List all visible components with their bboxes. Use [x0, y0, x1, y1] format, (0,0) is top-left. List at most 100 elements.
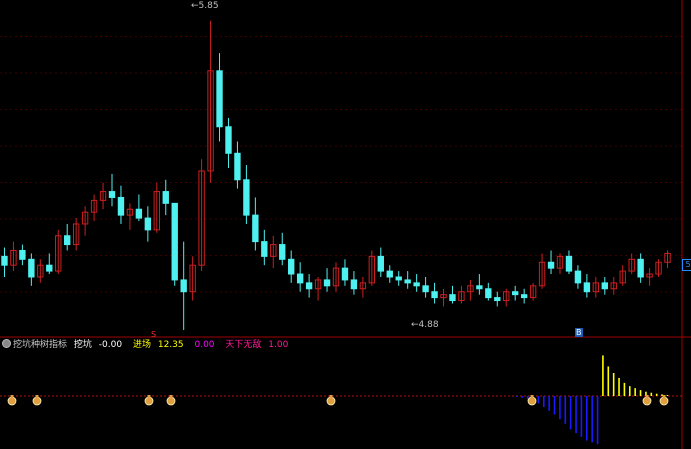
candle-body — [341, 267, 349, 281]
candle-body — [117, 196, 125, 216]
candle-body — [395, 276, 402, 281]
indicator-bar — [628, 386, 631, 396]
candle-body — [413, 282, 420, 287]
indicator-bar — [666, 395, 669, 396]
money-bag-knot — [329, 395, 333, 398]
right-axis-price-tag: 5 — [682, 259, 691, 271]
indicator-bars — [0, 355, 682, 445]
indicator-bar — [580, 396, 583, 437]
sell-marker: S — [151, 330, 157, 339]
legend-item-magenta: 0.00 — [194, 340, 215, 350]
candle-body — [583, 282, 591, 293]
indicator-bar — [591, 396, 593, 443]
indicator-bar — [526, 396, 529, 399]
candle-body — [431, 291, 438, 299]
indicator-bar — [516, 396, 518, 397]
candle-body — [305, 282, 313, 290]
money-bag-knot — [645, 395, 649, 398]
candle-body — [28, 258, 35, 278]
candle-body — [252, 214, 259, 243]
candle-body — [64, 235, 71, 246]
indicator-bar — [559, 396, 561, 420]
indicator-bar — [612, 373, 615, 396]
legend-item-tianxiawudi: 天下无敌 1.00 — [225, 340, 289, 350]
indicator-bar — [575, 396, 577, 434]
candle-body — [135, 208, 143, 219]
candle-body — [216, 70, 223, 128]
indicator-bar — [585, 396, 588, 441]
indicator-bar — [602, 355, 604, 396]
indicator-bar — [537, 396, 540, 404]
legend-item-wakeng: 挖坑 -0.00 — [73, 340, 123, 350]
money-bag-knot — [169, 395, 173, 398]
candle-body — [19, 249, 26, 260]
indicator-bar — [655, 393, 658, 396]
indicator-bar — [521, 396, 524, 398]
candle-body — [279, 244, 286, 260]
indicator-bar — [596, 396, 599, 445]
indicator-title: 挖坑种树指标 — [13, 340, 68, 350]
candle-body — [565, 255, 573, 272]
candle-body — [323, 279, 331, 287]
indicator-legend: 挖坑种树指标 挖坑 -0.00 进场 12.35 0.00 天下无敌 1.00 — [2, 339, 296, 351]
candle-body — [234, 152, 241, 181]
candle-body — [422, 285, 429, 293]
indicator-bar — [618, 377, 620, 396]
money-bag-body — [32, 396, 42, 406]
candle-body — [485, 288, 492, 299]
candle-body — [46, 264, 53, 272]
high-price-label: ←5.85 — [191, 1, 219, 11]
indicator-bar — [569, 396, 572, 430]
indicator-bar — [542, 396, 545, 408]
low-price-label: ←4.88 — [411, 320, 439, 330]
candlestick-series — [1, 20, 671, 330]
money-bag-knot — [35, 395, 39, 398]
money-bag-body — [326, 396, 336, 406]
indicator-bar — [634, 388, 636, 396]
candle-body — [225, 126, 232, 154]
money-bag-body — [659, 396, 669, 406]
candle-body — [377, 255, 384, 272]
indicator-bar — [564, 396, 567, 424]
candle-body — [162, 191, 169, 204]
money-bag-body — [166, 396, 176, 406]
candle-body — [261, 241, 268, 257]
candle-body — [637, 258, 644, 278]
money-bag-knot — [147, 395, 151, 398]
stock-chart[interactable] — [0, 0, 691, 449]
candle-body — [476, 285, 483, 290]
candle-body — [601, 282, 608, 290]
indicator-toggle-icon[interactable] — [2, 339, 11, 348]
candle-body — [547, 261, 555, 269]
indicator-bar — [623, 382, 626, 396]
candle-body — [171, 202, 178, 281]
candle-body — [243, 179, 250, 216]
candle-body — [180, 279, 187, 293]
indicator-bar — [650, 392, 653, 396]
indicator-bar — [607, 366, 610, 396]
candle-body — [108, 191, 116, 198]
money-bag-body — [527, 396, 537, 406]
candle-body — [386, 270, 393, 278]
candle-body — [494, 297, 501, 302]
indicator-bar — [548, 396, 550, 411]
buy-marker: B — [575, 328, 583, 337]
money-bag-body — [642, 396, 652, 406]
candle-body — [512, 291, 519, 296]
candle-body — [296, 273, 304, 284]
money-bag-icon — [32, 395, 42, 406]
candle-body — [350, 279, 358, 290]
price-grid — [0, 36, 682, 293]
candle-body — [520, 294, 528, 299]
indicator-bar — [553, 396, 556, 415]
money-bag-icon — [144, 395, 154, 406]
candle-body — [144, 217, 152, 231]
candle-body — [288, 258, 295, 275]
money-bag-body — [144, 396, 154, 406]
legend-item-jinchang: 进场 12.35 — [132, 340, 184, 350]
money-bag-knot — [530, 395, 534, 398]
candle-body — [574, 270, 582, 284]
money-bag-body — [7, 396, 17, 406]
candle-body — [404, 279, 411, 284]
candle-body — [449, 294, 456, 302]
